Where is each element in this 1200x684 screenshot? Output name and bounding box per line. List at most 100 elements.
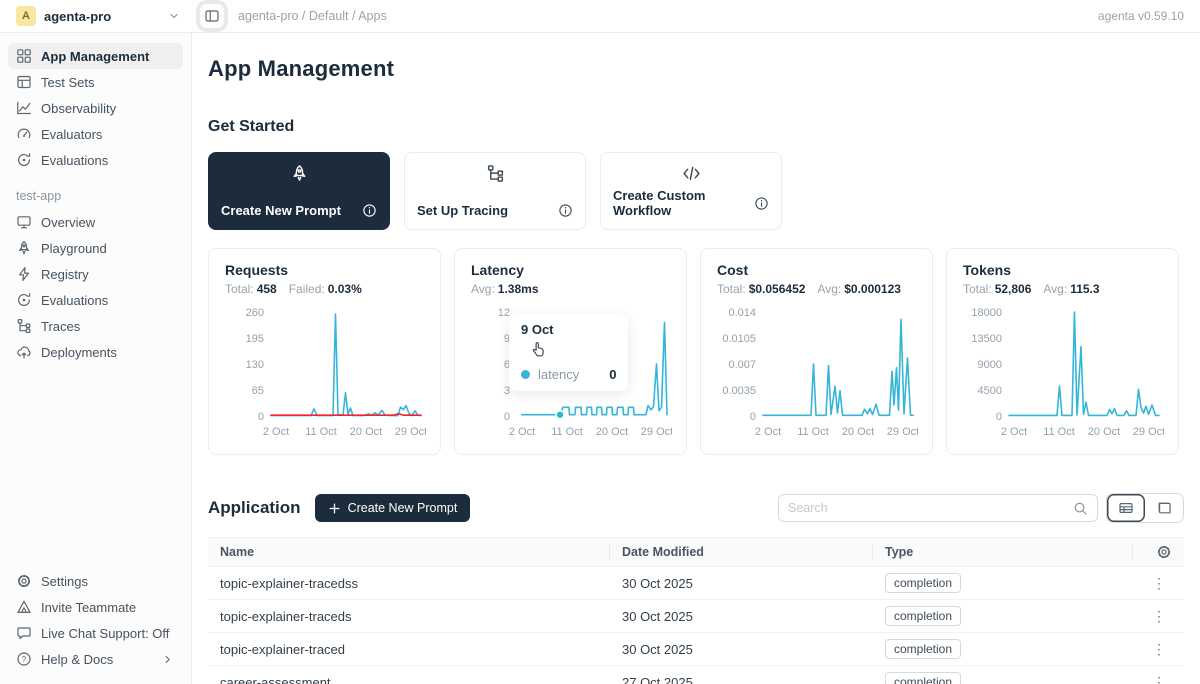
sidebar-item[interactable]: Traces (8, 313, 183, 339)
sidebar-item[interactable]: Invite Teammate (8, 594, 183, 620)
svg-text:11 Oct: 11 Oct (1043, 426, 1075, 438)
cell-date-modified: 30 Oct 2025 (610, 567, 873, 599)
table-row[interactable]: topic-explainer-traced 30 Oct 2025 compl… (208, 633, 1184, 666)
tooltip-date: 9 Oct (521, 322, 616, 337)
workspace-switcher[interactable]: A agenta-pro (0, 6, 192, 26)
code-icon (613, 164, 769, 183)
type-badge: completion (885, 639, 961, 659)
svg-text:13500: 13500 (971, 333, 1002, 345)
stat-value: Avg:115.3 (1043, 282, 1099, 296)
gauge-icon (16, 126, 32, 142)
sidebar-item[interactable]: Settings (8, 568, 183, 594)
sidebar-item-label: Settings (41, 574, 88, 589)
tokens-card: Tokens Total:52,806Avg:115.3 18000135009… (946, 248, 1179, 455)
svg-text:29 Oct: 29 Oct (1133, 426, 1164, 438)
table-row[interactable]: career-assessment 27 Oct 2025 completion… (208, 666, 1184, 684)
kebab-menu-icon[interactable]: ⋮ (1146, 608, 1172, 625)
applications-table: Name Date Modified Type topic-explainer-… (208, 537, 1184, 684)
sidebar-item[interactable]: Live Chat Support: Off (8, 620, 183, 646)
svg-text:65: 65 (252, 385, 264, 397)
sidebar-item[interactable]: ? Help & Docs (8, 646, 183, 672)
card-view-button[interactable] (1145, 494, 1183, 522)
sidebar-item[interactable]: Test Sets (8, 69, 183, 95)
type-badge: completion (885, 672, 961, 684)
app-version: agenta v0.59.10 (1098, 9, 1184, 23)
svg-text:11 Oct: 11 Oct (305, 426, 337, 438)
create-new-prompt-button[interactable]: Create New Prompt (315, 494, 471, 522)
svg-text:?: ? (22, 655, 27, 664)
sidebar-item[interactable]: Observability (8, 95, 183, 121)
table-row[interactable]: topic-explainer-traceds 30 Oct 2025 comp… (208, 600, 1184, 633)
get-started-card[interactable]: Create New Prompt (208, 152, 390, 230)
info-icon[interactable] (558, 203, 573, 218)
get-started-card[interactable]: Create Custom Workflow (600, 152, 782, 230)
column-header-type[interactable]: Type (873, 538, 1133, 566)
tokens-chart[interactable]: 18000135009000450002 Oct11 Oct20 Oct29 O… (963, 304, 1162, 449)
breadcrumb[interactable]: agenta-pro / Default / Apps (238, 9, 387, 23)
monitor-icon (16, 214, 32, 230)
sidebar-toggle-button[interactable] (200, 4, 224, 28)
gear-icon[interactable] (1156, 544, 1172, 560)
sidebar-item[interactable]: App Management (8, 43, 183, 69)
cell-name: career-assessment (208, 666, 610, 684)
info-icon[interactable] (362, 203, 377, 218)
cell-date-modified: 27 Oct 2025 (610, 666, 873, 684)
svg-text:130: 130 (246, 359, 264, 371)
sidebar-item[interactable]: Overview (8, 209, 183, 235)
svg-text:0: 0 (504, 411, 510, 423)
table-icon (16, 74, 32, 90)
sidebar-item[interactable]: Evaluations (8, 287, 183, 313)
sidebar-item-label: Evaluators (41, 127, 102, 142)
stat-value: Failed:0.03% (289, 282, 362, 296)
sidebar-footer-menu: Settings Invite Teammate Live Chat Suppo… (8, 568, 183, 672)
workspace-name: agenta-pro (44, 9, 160, 24)
search-box[interactable] (778, 494, 1098, 522)
tooltip-series-label: latency (538, 367, 579, 382)
info-icon[interactable] (754, 196, 769, 211)
svg-text:2 Oct: 2 Oct (509, 426, 535, 438)
stat-title: Tokens (963, 262, 1162, 278)
svg-text:0: 0 (258, 411, 264, 423)
column-header-date-modified[interactable]: Date Modified (610, 538, 873, 566)
sidebar-item[interactable]: Playground (8, 235, 183, 261)
sidebar-item[interactable]: Registry (8, 261, 183, 287)
page-title: App Management (208, 56, 1184, 82)
cloud-icon (16, 344, 32, 360)
kebab-menu-icon[interactable]: ⋮ (1146, 641, 1172, 658)
svg-text:29 Oct: 29 Oct (395, 426, 426, 438)
cost-card: Cost Total:$0.056452Avg:$0.000123 0.0140… (700, 248, 933, 455)
svg-text:0.0035: 0.0035 (722, 385, 756, 397)
sidebar-item-label: Observability (41, 101, 116, 116)
stats-row: Requests Total:458Failed:0.03% 260195130… (208, 248, 1184, 455)
search-input[interactable] (788, 501, 1073, 515)
svg-text:2 Oct: 2 Oct (1001, 426, 1027, 438)
sidebar-main-menu: App Management Test Sets Observability E… (8, 43, 183, 173)
sidebar-item[interactable]: Evaluators (8, 121, 183, 147)
svg-text:11 Oct: 11 Oct (797, 426, 829, 438)
requests-chart[interactable]: 2601951306502 Oct11 Oct20 Oct29 Oct (225, 304, 424, 449)
sidebar: App Management Test Sets Observability E… (0, 33, 192, 684)
latency-chart[interactable]: 9 Oct latency 0 1296302 Oct11 Oct20 Oct2… (471, 304, 670, 449)
sidebar-item[interactable]: Evaluations (8, 147, 183, 173)
svg-text:0: 0 (750, 411, 756, 423)
table-view-button[interactable] (1107, 494, 1145, 522)
svg-text:9000: 9000 (978, 359, 1002, 371)
cost-chart[interactable]: 0.0140.01050.0070.003502 Oct11 Oct20 Oct… (717, 304, 916, 449)
sidebar-item[interactable]: Deployments (8, 339, 183, 365)
svg-text:20 Oct: 20 Oct (350, 426, 382, 438)
sidebar-group-label: test-app (16, 189, 183, 203)
get-started-card[interactable]: Set Up Tracing (404, 152, 586, 230)
sidebar-app-menu: Overview Playground Registry Evaluations… (8, 209, 183, 365)
cell-name: topic-explainer-tracedss (208, 567, 610, 599)
table-row[interactable]: topic-explainer-tracedss 30 Oct 2025 com… (208, 567, 1184, 600)
sidebar-item-label: Deployments (41, 345, 117, 360)
chart-tooltip: 9 Oct latency 0 (509, 314, 628, 391)
column-header-name[interactable]: Name (208, 538, 610, 566)
plus-icon (328, 502, 341, 515)
kebab-menu-icon[interactable]: ⋮ (1146, 575, 1172, 592)
kebab-menu-icon[interactable]: ⋮ (1146, 674, 1172, 684)
search-icon[interactable] (1073, 501, 1088, 516)
stat-value: Total:458 (225, 282, 277, 296)
requests-card: Requests Total:458Failed:0.03% 260195130… (208, 248, 441, 455)
svg-text:195: 195 (246, 333, 264, 345)
